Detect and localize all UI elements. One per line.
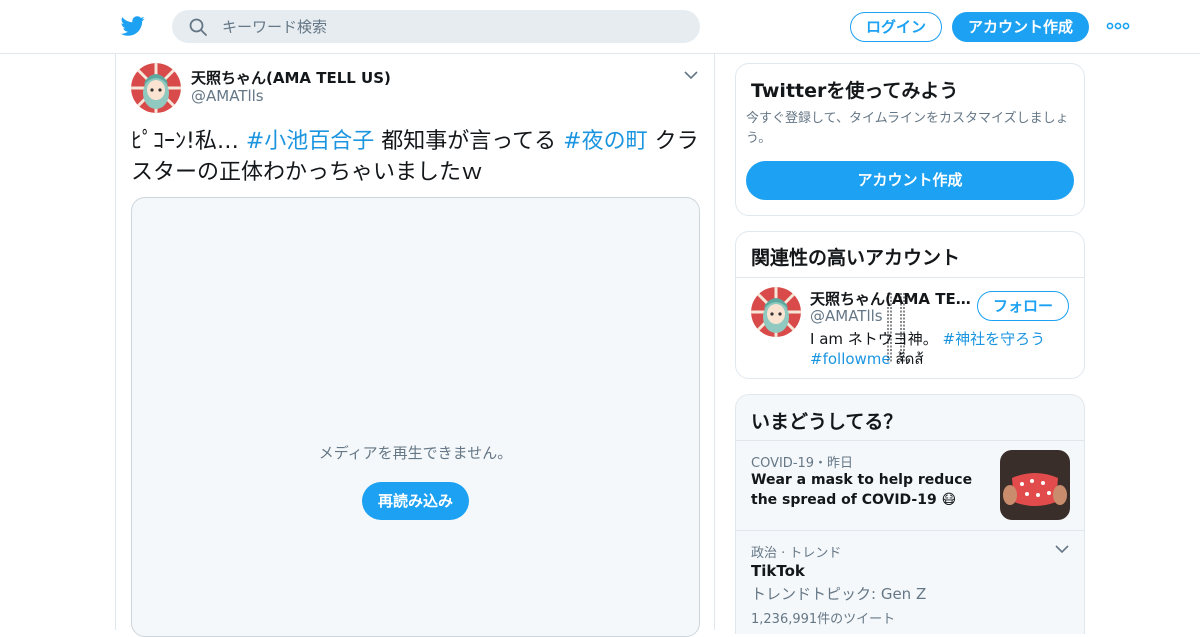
twitter-bird-icon[interactable] (120, 14, 146, 38)
tweet-text-part: ﾋﾟｺｰﾝ!私… (131, 129, 246, 154)
avatar-image (131, 63, 181, 113)
trends-title: いまどうしてる？ (751, 411, 903, 433)
tweet-author-name[interactable]: 天照ちゃん(AMA TELL US) (191, 67, 391, 88)
trend-subtitle: トレンドトピック: Gen Z (751, 585, 927, 603)
mask-image (1000, 450, 1070, 520)
related-accounts-title: 関連性の高いアカウント (751, 247, 961, 269)
avatar-image (751, 287, 801, 337)
trend-title[interactable]: TikTok (751, 561, 805, 581)
chevron-down-icon[interactable] (684, 70, 698, 80)
related-account-bio: I am ネトウヨ神。 #神社を守ろう #followme ส้ดส้ (810, 329, 1072, 369)
media-error-message: メディアを再生できません。 (318, 444, 513, 462)
trend-thumbnail[interactable] (1000, 450, 1070, 520)
tweet-text-part: 都知事が言ってる (374, 129, 564, 154)
tweet-author-handle[interactable]: @AMATlls (191, 87, 264, 105)
search-input[interactable] (222, 10, 682, 43)
hashtag-link[interactable]: #神社を守ろう (943, 330, 1046, 348)
combining-glyph-overflow (887, 293, 905, 363)
bio-text: I am ネトウヨ神。 (810, 330, 943, 348)
signup-button[interactable]: アカウント作成 (952, 12, 1089, 42)
hashtag-link[interactable]: #夜の町 (563, 129, 647, 154)
divider (736, 277, 1084, 278)
related-accounts-card: 関連性の高いアカウント 天照ちゃん(AMA TELL US) @AMATlls … (735, 231, 1085, 379)
more-options-icon[interactable] (1106, 21, 1130, 31)
trends-card: いまどうしてる？ COVID-19・昨日 Wear a mask to help… (735, 394, 1085, 634)
search-bar[interactable] (172, 10, 700, 43)
signup-card-subtitle: 今すぐ登録して、タイムラインをカスタマイズしましょう。 (746, 111, 1069, 146)
trend-tweet-count: 1,236,991件のツイート (751, 612, 896, 627)
login-button[interactable]: ログイン (850, 12, 942, 42)
avatar[interactable] (131, 63, 181, 113)
tweet-text: ﾋﾟｺｰﾝ!私… #小池百合子 都知事が言ってる #夜の町 クラスターの正体わか… (131, 126, 701, 188)
avatar[interactable] (751, 287, 801, 337)
reload-button[interactable]: 再読み込み (362, 482, 469, 520)
media-container: メディアを再生できません。 再読み込み (131, 197, 700, 637)
related-account-handle[interactable]: @AMATlls (810, 307, 883, 325)
divider (736, 440, 1084, 441)
trend-title[interactable]: Wear a mask to help reduce the spread of… (751, 470, 991, 510)
hashtag-link[interactable]: #followme (810, 350, 891, 368)
tweet-column: 天照ちゃん(AMA TELL US) @AMATlls ﾋﾟｺｰﾝ!私… #小池… (115, 54, 715, 637)
search-icon (189, 18, 207, 36)
hashtag-link[interactable]: #小池百合子 (246, 129, 374, 154)
divider (736, 530, 1084, 531)
trend-meta: COVID-19・昨日 (751, 456, 854, 471)
follow-button[interactable]: フォロー (977, 291, 1069, 321)
trend-meta: 政治 · トレンド (751, 546, 842, 561)
signup-card-title: Twitterを使ってみよう (751, 80, 959, 102)
signup-card: Twitterを使ってみよう 今すぐ登録して、タイムラインをカスタマイズしましょ… (735, 63, 1085, 216)
create-account-button[interactable]: アカウント作成 (746, 161, 1074, 200)
top-bar: ログイン アカウント作成 (0, 0, 1200, 54)
chevron-down-icon[interactable] (1055, 544, 1069, 554)
